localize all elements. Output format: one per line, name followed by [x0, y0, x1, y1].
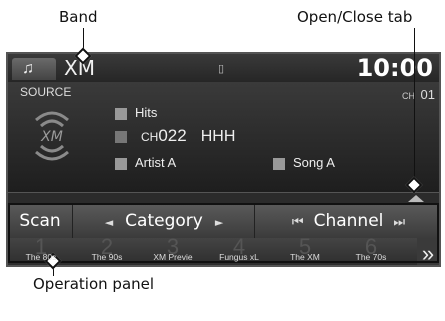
preset-label: The XM	[290, 252, 320, 262]
phone-icon: ▯	[218, 63, 225, 75]
preset-bar: 1 The 80s 2 The 90s 3 XM Previe 4 Fungus xL …	[8, 238, 439, 265]
channel-prev-icon[interactable]: ⏮	[292, 215, 304, 230]
source-button[interactable]: SOURCE	[20, 85, 71, 99]
preset-button[interactable]: 2 The 90s	[74, 238, 140, 265]
song-row: Song A	[273, 155, 335, 170]
category-icon	[115, 107, 127, 120]
station-info: SOURCE XM CH 01 Hits CH022 HHH Artist A S…	[8, 82, 439, 192]
divider	[8, 192, 439, 193]
scan-label: Scan	[19, 211, 61, 231]
preset-button[interactable]: 5 The XM	[272, 238, 338, 265]
category-label: Category	[125, 211, 203, 231]
channel-name: HHH	[200, 128, 236, 145]
tab-leader-line	[414, 28, 415, 188]
scan-button[interactable]: Scan	[8, 204, 73, 238]
channel-icon	[115, 130, 127, 143]
callout-open-close-tab: Open/Close tab	[297, 8, 413, 26]
music-tab[interactable]: ♫	[12, 58, 56, 80]
category-text: Hits	[135, 105, 158, 120]
channel-prefix: CH	[141, 130, 159, 144]
song-text: Song A	[293, 155, 335, 170]
operation-bar: Scan ◄ Category ► ⏮ Channel ⏭	[8, 204, 439, 238]
clock: 10:00	[356, 54, 433, 82]
music-note-icon: ♫	[22, 60, 34, 77]
channel-next-icon[interactable]: ⏭	[393, 215, 405, 230]
channel-control: ⏮ Channel ⏭	[258, 204, 439, 238]
preset-label: The 80s	[25, 252, 57, 262]
channel-row: CH022 HHH	[115, 126, 235, 146]
song-icon	[273, 157, 285, 170]
preset-label: XM Previe	[153, 252, 193, 262]
artist-icon	[115, 157, 127, 170]
artist-row: Artist A	[115, 155, 176, 170]
preset-label: Fungus xL	[219, 252, 259, 262]
preset-button[interactable]: 4 Fungus xL	[206, 238, 272, 265]
category-prev-icon[interactable]: ◄	[105, 216, 113, 229]
category-next-icon[interactable]: ►	[215, 216, 223, 229]
top-bar: ♫ XM ▯ 10:00	[8, 54, 439, 82]
xm-radio-logo-icon: XM	[35, 111, 69, 161]
presets-next-icon[interactable]: »	[417, 238, 439, 265]
preset-label: The 90s	[91, 252, 123, 262]
callout-operation-panel: Operation panel	[33, 275, 155, 293]
channel-top-number: 01	[420, 87, 435, 102]
category-control: ◄ Category ►	[74, 204, 255, 238]
channel-number: 022	[158, 126, 187, 145]
svg-text:XM: XM	[40, 129, 63, 145]
open-close-tab[interactable]	[408, 195, 424, 202]
preset-button[interactable]: 6 The 70s	[338, 238, 404, 265]
callout-band: Band	[59, 8, 98, 26]
preset-button[interactable]: 3 XM Previe	[140, 238, 206, 265]
preset-button[interactable]: 1 The 80s	[8, 238, 74, 265]
preset-label: The 70s	[355, 252, 387, 262]
artist-text: Artist A	[135, 155, 177, 170]
audio-screen: ♫ XM ▯ 10:00 SOURCE XM CH 01 Hits CH022 H…	[6, 52, 441, 267]
channel-label: Channel	[313, 211, 384, 231]
category-row: Hits	[115, 105, 157, 120]
